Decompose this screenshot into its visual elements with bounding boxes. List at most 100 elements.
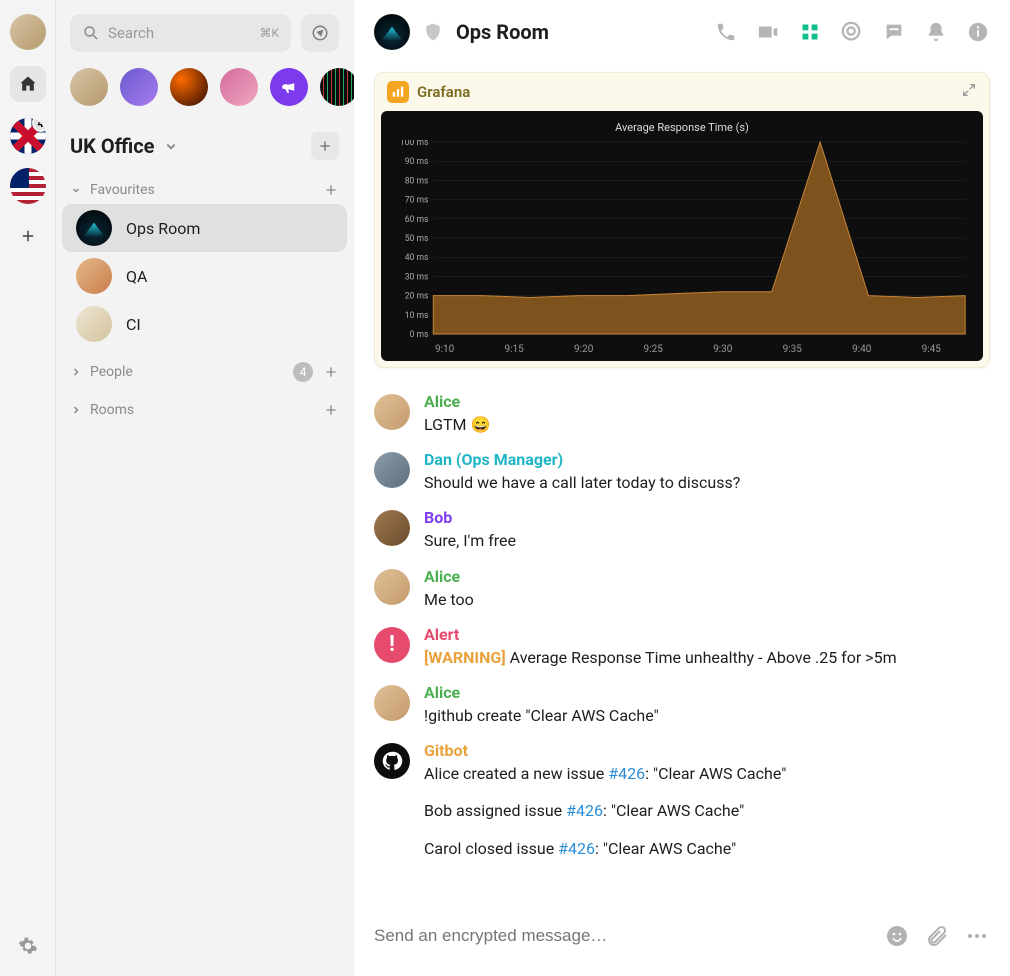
message-avatar[interactable] — [374, 743, 410, 779]
message-sender[interactable]: Alert — [424, 625, 990, 644]
megaphone-icon — [280, 78, 298, 96]
message-text: LGTM 😄 — [424, 413, 990, 436]
room-info-button[interactable] — [966, 20, 990, 44]
recent-avatar[interactable] — [120, 68, 158, 106]
issue-link[interactable]: #426 — [566, 801, 603, 820]
message-sender[interactable]: Bob — [424, 508, 990, 527]
issue-link[interactable]: #426 — [608, 764, 645, 783]
room-avatar — [76, 210, 112, 246]
shield-icon — [422, 21, 444, 43]
search-input[interactable]: Search ⌘K — [70, 14, 291, 52]
explore-button[interactable] — [301, 14, 339, 52]
section-favourites[interactable]: Favourites — [56, 168, 353, 204]
video-icon — [756, 21, 780, 43]
expand-icon — [961, 82, 977, 98]
section-count: 4 — [293, 362, 313, 382]
grafana-label: Grafana — [417, 83, 470, 101]
space-title[interactable]: UK Office — [70, 134, 311, 158]
chat-area: Ops Room Grafana Average Response Time (… — [354, 0, 1010, 976]
chart-plot: 100 ms90 ms80 ms70 ms60 ms50 ms40 ms30 m… — [395, 140, 969, 340]
space-us-office[interactable] — [10, 168, 46, 204]
room-item-ci[interactable]: CI — [62, 300, 347, 348]
message-timeline[interactable]: Alice LGTM 😄 Dan (Ops Manager) Should we ha… — [354, 382, 1010, 900]
message-sender[interactable]: Alice — [424, 392, 990, 411]
message[interactable]: !Alert[WARNING] Average Response Time un… — [374, 625, 990, 669]
issue-link[interactable]: #426 — [558, 839, 595, 858]
search-icon — [841, 21, 863, 43]
grafana-chart[interactable]: Average Response Time (s) 100 ms90 ms80 … — [381, 111, 983, 361]
recent-avatar[interactable] — [70, 68, 108, 106]
info-icon — [967, 21, 989, 43]
bell-icon — [925, 21, 947, 43]
user-avatar[interactable] — [10, 14, 46, 50]
recent-avatar[interactable] — [270, 68, 308, 106]
message-text: Carol closed issue #426: "Clear AWS Cach… — [424, 837, 990, 860]
svg-text:0 ms: 0 ms — [410, 330, 429, 340]
message[interactable]: Gitbot Alice created a new issue #426: "C… — [374, 741, 990, 860]
message-sender[interactable]: Alice — [424, 683, 990, 702]
message-avatar[interactable]: ! — [374, 627, 410, 663]
message-avatar[interactable] — [374, 452, 410, 488]
svg-text:90 ms: 90 ms — [405, 157, 429, 167]
space-add-button[interactable] — [311, 132, 339, 160]
more-options-button[interactable] — [964, 923, 990, 949]
message[interactable]: Alice LGTM 😄 — [374, 392, 990, 436]
room-name: Ops Room — [126, 219, 200, 238]
home-icon — [18, 74, 38, 94]
emoji-button[interactable] — [884, 923, 910, 949]
apps-grid-icon — [800, 22, 820, 42]
recent-avatar[interactable] — [320, 68, 358, 106]
emoji-icon — [885, 924, 909, 948]
svg-text:60 ms: 60 ms — [405, 215, 429, 225]
voice-call-button[interactable] — [714, 20, 738, 44]
message-text: Should we have a call later today to dis… — [424, 471, 990, 494]
attach-button[interactable] — [924, 923, 950, 949]
message-sender[interactable]: Gitbot — [424, 741, 990, 760]
plus-icon[interactable] — [323, 182, 339, 198]
message-avatar[interactable] — [374, 510, 410, 546]
section-people[interactable]: People 4 — [56, 348, 353, 388]
notifications-button[interactable] — [924, 20, 948, 44]
settings-button[interactable] — [14, 932, 42, 960]
plus-icon[interactable] — [323, 364, 339, 380]
search-shortcut: ⌘K — [259, 26, 279, 40]
message-sender[interactable]: Dan (Ops Manager) — [424, 450, 990, 469]
add-space-button[interactable] — [10, 218, 46, 254]
room-search-button[interactable] — [840, 20, 864, 44]
message-sender[interactable]: Alice — [424, 567, 990, 586]
recent-avatar[interactable] — [170, 68, 208, 106]
message-avatar[interactable] — [374, 394, 410, 430]
apps-button[interactable] — [798, 20, 822, 44]
composer-input[interactable] — [374, 914, 870, 958]
grafana-widget: Grafana Average Response Time (s) 100 ms… — [374, 72, 990, 368]
message-avatar[interactable] — [374, 569, 410, 605]
space-uk-office[interactable]: 4 — [10, 118, 46, 154]
message[interactable]: Alice !github create "Clear AWS Cache" — [374, 683, 990, 727]
threads-button[interactable] — [882, 20, 906, 44]
room-item-qa[interactable]: QA — [62, 252, 347, 300]
room-header-avatar[interactable] — [374, 14, 410, 50]
room-item-ops-room[interactable]: Ops Room — [62, 204, 347, 252]
message-text: Alice created a new issue #426: "Clear A… — [424, 762, 990, 785]
svg-text:30 ms: 30 ms — [405, 272, 429, 282]
home-space-button[interactable] — [10, 66, 46, 102]
plus-icon[interactable] — [323, 402, 339, 418]
message[interactable]: Dan (Ops Manager) Should we have a call l… — [374, 450, 990, 494]
search-placeholder: Search — [108, 24, 259, 42]
video-call-button[interactable] — [756, 20, 780, 44]
search-icon — [82, 24, 100, 42]
recent-avatar[interactable] — [220, 68, 258, 106]
expand-widget-button[interactable] — [961, 82, 977, 102]
message[interactable]: BobSure, I'm free — [374, 508, 990, 552]
room-name: QA — [126, 267, 147, 286]
compass-icon — [311, 24, 329, 42]
chevron-down-icon — [162, 137, 180, 155]
plus-icon — [317, 138, 333, 154]
recent-contacts — [56, 52, 353, 114]
message-avatar[interactable] — [374, 685, 410, 721]
section-label: People — [90, 364, 293, 380]
spaces-rail: 4 — [0, 0, 56, 976]
message-text: !github create "Clear AWS Cache" — [424, 704, 990, 727]
section-rooms[interactable]: Rooms — [56, 388, 353, 424]
message[interactable]: AliceMe too — [374, 567, 990, 611]
